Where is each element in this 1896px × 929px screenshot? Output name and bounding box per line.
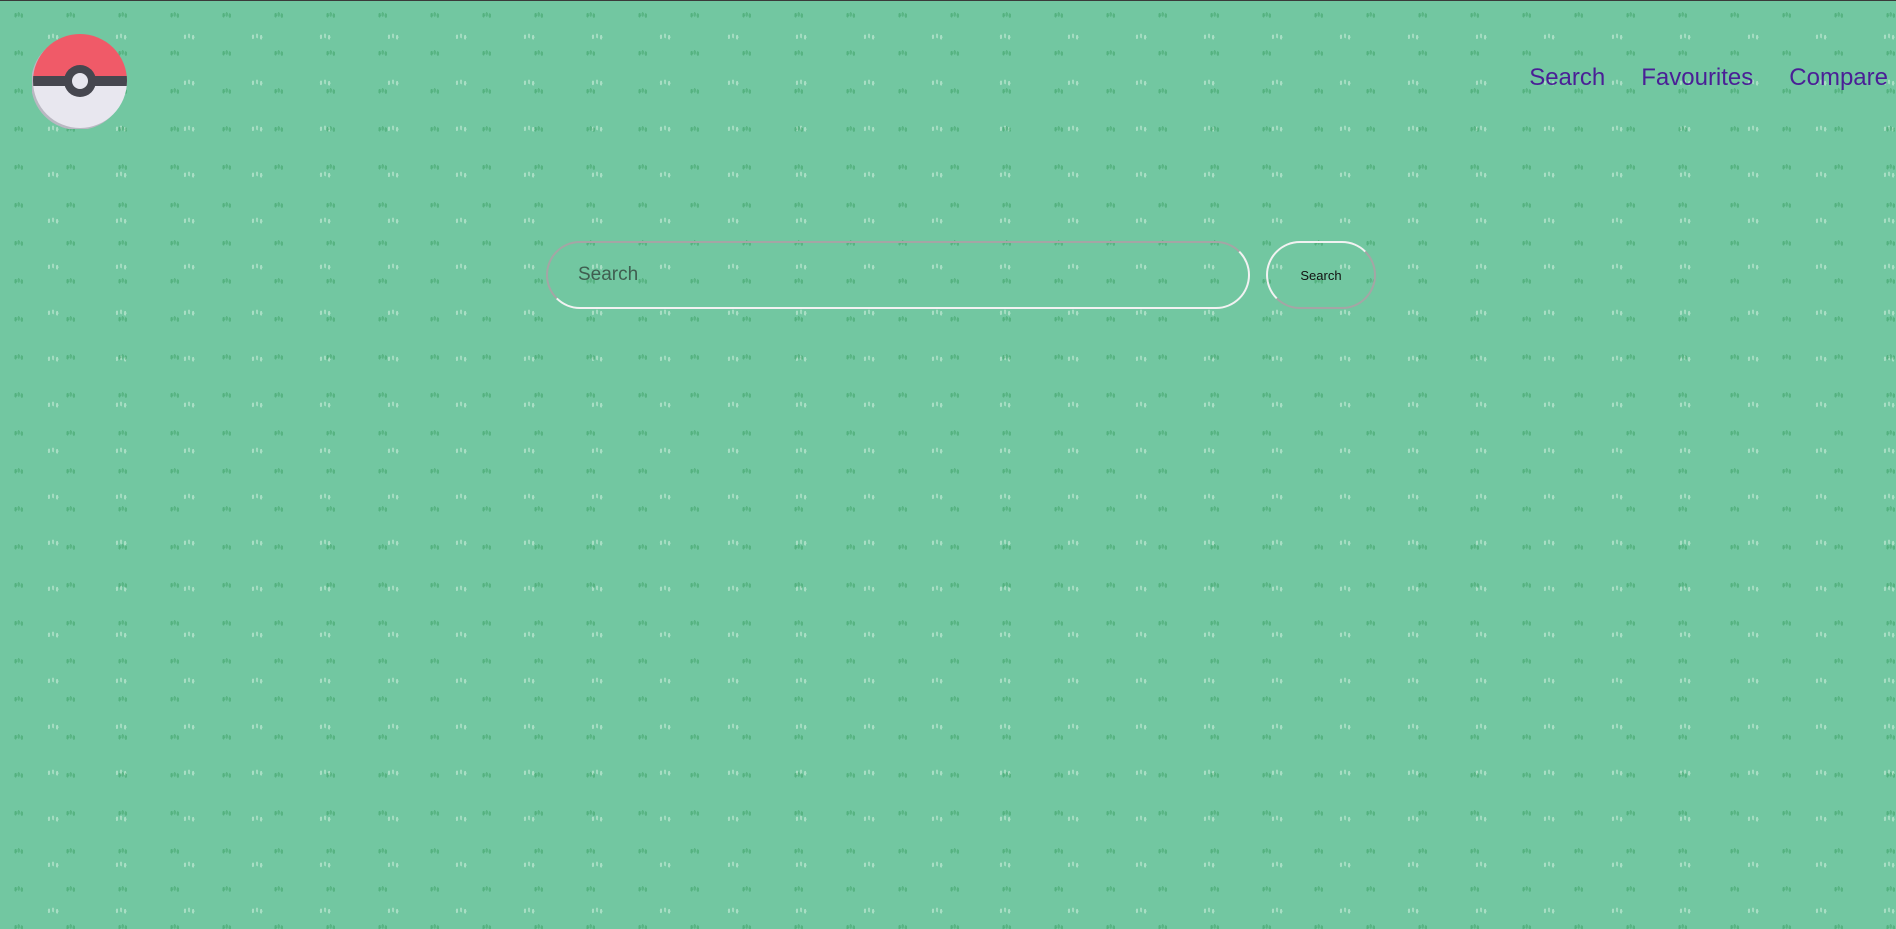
- nav-favourites-link[interactable]: Favourites: [1641, 66, 1753, 90]
- main-nav: Search Favourites Compare: [1493, 66, 1888, 90]
- search-input[interactable]: [546, 241, 1250, 309]
- search-button[interactable]: Search: [1266, 241, 1376, 309]
- site-header: Search Favourites Compare: [0, 0, 1896, 140]
- nav-compare-link[interactable]: Compare: [1789, 66, 1888, 90]
- nav-search-link[interactable]: Search: [1529, 66, 1605, 90]
- pokeball-logo-icon[interactable]: [32, 33, 128, 129]
- search-bar: Search: [546, 241, 1376, 309]
